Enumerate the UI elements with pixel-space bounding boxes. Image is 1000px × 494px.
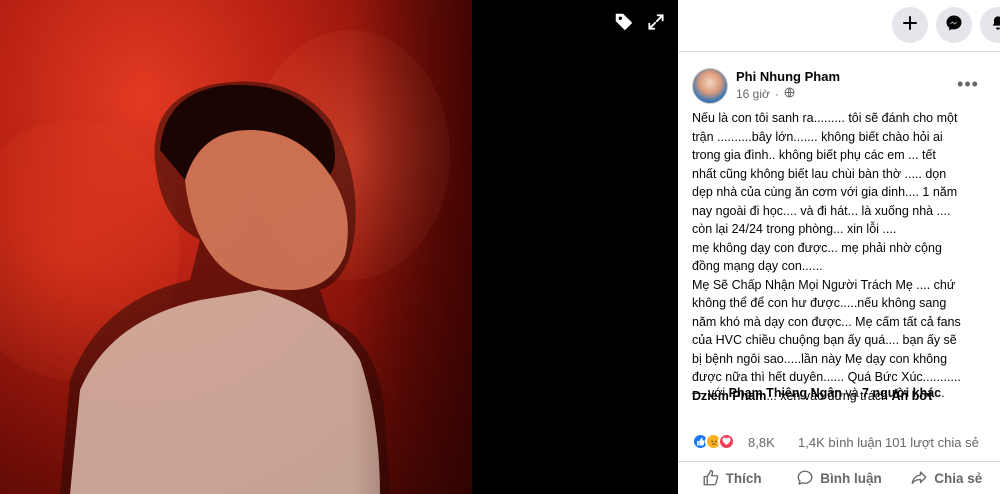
messenger-button[interactable] bbox=[936, 7, 972, 43]
post-line: của HVC chiều chuộng bạn ấy quá.... bạn … bbox=[692, 333, 957, 347]
tag-photo-button[interactable] bbox=[609, 9, 639, 39]
share-icon bbox=[910, 469, 928, 487]
post-line: mẹ không dạy con được... mẹ phải nhờ cộn… bbox=[692, 240, 942, 255]
author-name[interactable]: Phi Nhung Pham bbox=[736, 69, 840, 84]
post-line: dẹp nhà của cùng ăn cơm với gia dinh....… bbox=[692, 185, 958, 199]
tagged-person-link[interactable]: Phạm Thiêng Ngân bbox=[729, 386, 842, 400]
photo-viewer bbox=[0, 0, 678, 494]
post-line: Nếu là con tôi sanh ra......... tôi sẽ đ… bbox=[692, 111, 958, 125]
post-line: bị bệnh ngôi sao.....lần này Mẹ dạy con … bbox=[692, 351, 948, 366]
thumbs-up-icon bbox=[702, 469, 720, 487]
post-photo[interactable] bbox=[0, 0, 472, 494]
post-meta: 16 giờ · bbox=[736, 87, 795, 101]
post-line: trận ..........bây lớn....... không biết… bbox=[692, 129, 943, 144]
post-time[interactable]: 16 giờ bbox=[736, 87, 770, 101]
post-line: đồng mạng dạy con...... bbox=[692, 259, 823, 273]
share-count[interactable]: 101 lượt chia sẻ bbox=[885, 435, 979, 450]
photo-edge-shadow bbox=[352, 0, 472, 494]
post-line: năm khó mà dạy con được... Mẹ cấm tất cả… bbox=[692, 314, 961, 329]
photo-post-viewer: Phi Nhung Pham 16 giờ · ••• Nếu là con t… bbox=[0, 0, 1000, 494]
post-actions: Thích Bình luận Chia sẻ bbox=[678, 461, 1000, 494]
reaction-count[interactable]: 8,8K bbox=[748, 435, 775, 450]
comment-label: Bình luận bbox=[820, 470, 882, 486]
comment-icon bbox=[796, 469, 814, 487]
messenger-icon bbox=[945, 14, 963, 37]
bell-icon bbox=[990, 14, 1000, 37]
create-button[interactable] bbox=[892, 7, 928, 43]
reaction-icons[interactable] bbox=[692, 433, 735, 450]
tag-prefix: — với bbox=[692, 386, 729, 400]
globe-icon bbox=[784, 87, 795, 101]
plus-icon bbox=[902, 15, 918, 36]
tagged-people: — với Phạm Thiêng Ngân và 7 người khác. bbox=[692, 386, 992, 400]
post-stats: 8,8K 1,4K bình luận 101 lượt chia sẻ bbox=[692, 432, 992, 452]
share-label: Chia sẻ bbox=[934, 470, 983, 486]
love-reaction-icon bbox=[718, 433, 735, 450]
post-side-panel: Phi Nhung Pham 16 giờ · ••• Nếu là con t… bbox=[678, 0, 1000, 494]
tagged-others-link[interactable]: 7 người khác bbox=[862, 386, 941, 400]
post-line: Mẹ Sẽ Chấp Nhận Mọi Người Trách Mẹ .... … bbox=[692, 277, 956, 292]
post-line: còn lại 24/24 trong phòng... xin lỗi ...… bbox=[692, 222, 897, 236]
top-bar bbox=[678, 0, 1000, 52]
post-line: nay ngoài đi học.... và đi hát... là xuố… bbox=[692, 203, 951, 218]
comment-button[interactable]: Bình luận bbox=[785, 462, 892, 494]
post-line: nhất cũng không biết lau chùi bàn thờ ..… bbox=[692, 166, 947, 181]
post-line: được nữa thì hết duyên...... Quá Bức Xúc… bbox=[692, 370, 961, 384]
post-line: trong gia đình.. không biết phụ các em .… bbox=[692, 148, 936, 162]
separator-dot: · bbox=[774, 87, 779, 101]
like-button[interactable]: Thích bbox=[678, 462, 785, 494]
expand-icon bbox=[646, 12, 666, 37]
fullscreen-button[interactable] bbox=[641, 9, 671, 39]
share-button[interactable]: Chia sẻ bbox=[893, 462, 1000, 494]
author-avatar[interactable] bbox=[692, 68, 728, 104]
post-line: không thể để con hư được.....nếu không s… bbox=[692, 296, 947, 310]
tag-and: và bbox=[841, 386, 863, 400]
tag-icon bbox=[613, 11, 635, 38]
notifications-button[interactable] bbox=[980, 7, 1000, 43]
tag-end: . bbox=[941, 386, 945, 400]
more-options-button[interactable]: ••• bbox=[954, 72, 982, 96]
post-header: Phi Nhung Pham 16 giờ · ••• bbox=[692, 66, 992, 106]
comment-count[interactable]: 1,4K bình luận bbox=[798, 435, 882, 450]
post-body: Nếu là con tôi sanh ra......... tôi sẽ đ… bbox=[692, 109, 992, 405]
like-label: Thích bbox=[725, 470, 762, 486]
